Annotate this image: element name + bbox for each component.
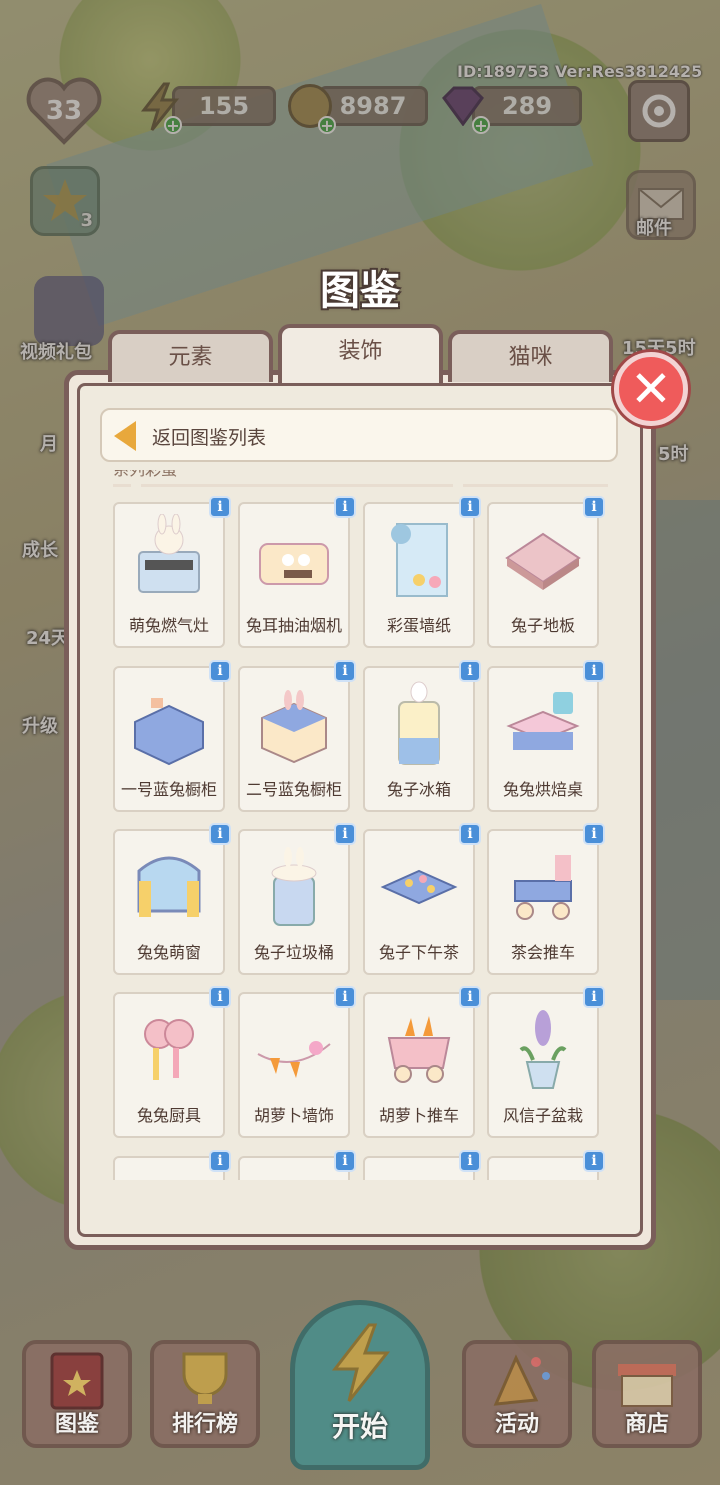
party-popper-icon	[493, 1354, 550, 1406]
item-card[interactable]: 兔子下午茶 i	[363, 823, 481, 975]
item-name: 萌兔燃气灶	[128, 616, 209, 635]
item-name: 兔兔厨具	[136, 1106, 201, 1125]
item-name: 茶会推车	[510, 943, 575, 962]
item-name: 二号蓝兔橱柜	[245, 780, 342, 799]
collection-nav-button[interactable]: 图鉴	[22, 1340, 132, 1448]
back-to-list-button[interactable]: 返回图鉴列表	[100, 408, 618, 462]
item-card-partial[interactable]: i	[238, 1150, 356, 1180]
item-name: 兔兔萌窗	[136, 943, 201, 962]
carrot-wall-decor-icon	[257, 1041, 331, 1078]
item-card-partial[interactable]: i	[487, 1150, 605, 1180]
item-card[interactable]: 兔子垃圾桶 i	[238, 823, 356, 975]
start-button[interactable]: 开始	[290, 1300, 430, 1470]
section-header-partial: 系列彩蛋	[113, 470, 613, 492]
item-card[interactable]: 二号蓝兔橱柜 i	[238, 660, 356, 812]
item-name: 兔子地板	[510, 616, 575, 635]
item-name: 兔子垃圾桶	[253, 943, 334, 962]
info-icon[interactable]: i	[209, 823, 231, 845]
blue-cabinet-1-icon	[134, 698, 204, 766]
afternoon-tea-icon	[380, 869, 458, 905]
baking-table-icon	[506, 692, 580, 750]
shop-nav-button[interactable]: 商店	[592, 1340, 702, 1448]
trophy-icon	[182, 1352, 228, 1404]
info-icon[interactable]: i	[334, 496, 356, 518]
item-card[interactable]: 一号蓝兔橱柜 i	[113, 660, 231, 812]
close-button[interactable]: ✕	[614, 352, 688, 426]
item-card[interactable]: 兔子地板 i	[487, 496, 605, 648]
egg-wallpaper-icon	[391, 523, 448, 597]
item-card[interactable]: 萌兔燃气灶 i	[113, 496, 231, 648]
bunny-floor-icon	[505, 532, 581, 590]
bunny-window-icon	[137, 856, 201, 917]
item-card[interactable]: 胡萝卜推车 i	[363, 986, 481, 1138]
item-name: 兔子冰箱	[386, 780, 451, 799]
page-title: 图鉴	[320, 268, 400, 314]
item-card[interactable]: 胡萝卜墙饰 i	[238, 986, 356, 1138]
start-label: 开始	[331, 1410, 388, 1443]
book-icon	[50, 1352, 104, 1410]
tab-cats[interactable]: 猫咪	[448, 330, 613, 382]
info-icon[interactable]: i	[209, 660, 231, 682]
event-nav-button[interactable]: 活动	[462, 1340, 572, 1448]
tab-decorations[interactable]: 装饰	[278, 324, 443, 384]
item-card[interactable]: 兔耳抽油烟机 i	[238, 496, 356, 648]
tea-cart-icon	[514, 855, 572, 920]
event-nav-label: 活动	[494, 1412, 539, 1437]
info-icon[interactable]: i	[583, 660, 605, 682]
tab-elements[interactable]: 元素	[108, 330, 273, 382]
lightning-start-icon	[331, 1323, 391, 1402]
item-card[interactable]: 兔子冰箱 i	[363, 660, 481, 812]
info-icon[interactable]: i	[459, 1150, 481, 1172]
item-name: 一号蓝兔橱柜	[120, 780, 217, 799]
section-title: 系列彩蛋	[113, 470, 177, 480]
info-icon[interactable]: i	[583, 1150, 605, 1172]
shop-nav-label: 商店	[624, 1412, 669, 1437]
item-card[interactable]: 风信子盆栽 i	[487, 986, 605, 1138]
bunny-trashcan-icon	[271, 847, 317, 926]
info-icon[interactable]: i	[459, 660, 481, 682]
item-name: 兔兔烘焙桌	[502, 780, 583, 799]
ranking-nav-button[interactable]: 排行榜	[150, 1340, 260, 1448]
collection-nav-label: 图鉴	[54, 1412, 99, 1437]
info-icon[interactable]: i	[583, 496, 605, 518]
item-card[interactable]: 兔兔萌窗 i	[113, 823, 231, 975]
info-icon[interactable]: i	[209, 1150, 231, 1172]
bunny-stove-icon	[138, 514, 200, 593]
kitchen-utensils-icon	[144, 1019, 194, 1080]
item-name: 彩蛋墙纸	[386, 616, 451, 635]
bunny-fridge-icon	[398, 681, 440, 765]
info-icon[interactable]: i	[459, 823, 481, 845]
item-card-partial[interactable]: i	[113, 1150, 231, 1180]
info-icon[interactable]: i	[459, 496, 481, 518]
info-icon[interactable]: i	[583, 986, 605, 1008]
item-card[interactable]: 彩蛋墙纸 i	[363, 496, 481, 648]
item-name: 胡萝卜推车	[378, 1106, 459, 1125]
item-card-partial[interactable]: i	[363, 1150, 481, 1180]
info-icon[interactable]: i	[334, 823, 356, 845]
item-card[interactable]: 兔兔烘焙桌 i	[487, 660, 605, 812]
hyacinth-pot-icon	[519, 1010, 567, 1089]
carrot-cart-icon	[387, 1016, 451, 1083]
item-name: 风信子盆栽	[502, 1106, 583, 1125]
info-icon[interactable]: i	[334, 986, 356, 1008]
info-icon[interactable]: i	[583, 823, 605, 845]
close-icon: ✕	[630, 360, 672, 418]
ranking-nav-label: 排行榜	[171, 1412, 238, 1437]
info-icon[interactable]: i	[209, 986, 231, 1008]
item-name: 兔耳抽油烟机	[245, 616, 342, 635]
blue-cabinet-2-icon	[261, 690, 327, 764]
info-icon[interactable]: i	[334, 1150, 356, 1172]
back-arrow-icon	[114, 421, 136, 451]
item-card[interactable]: 茶会推车 i	[487, 823, 605, 975]
bunny-range-hood-icon	[259, 543, 329, 585]
item-name: 兔子下午茶	[378, 943, 459, 962]
item-name: 胡萝卜墙饰	[253, 1106, 334, 1125]
item-card[interactable]: 兔兔厨具 i	[113, 986, 231, 1138]
info-icon[interactable]: i	[209, 496, 231, 518]
back-to-list-label: 返回图鉴列表	[152, 427, 267, 449]
item-grid: 系列彩蛋 萌兔燃气灶i兔耳抽油烟机i彩蛋墙纸i兔子地板i一号蓝兔橱柜i二号蓝兔橱…	[113, 470, 613, 1180]
info-icon[interactable]: i	[459, 986, 481, 1008]
shop-icon	[618, 1364, 676, 1407]
info-icon[interactable]: i	[334, 660, 356, 682]
